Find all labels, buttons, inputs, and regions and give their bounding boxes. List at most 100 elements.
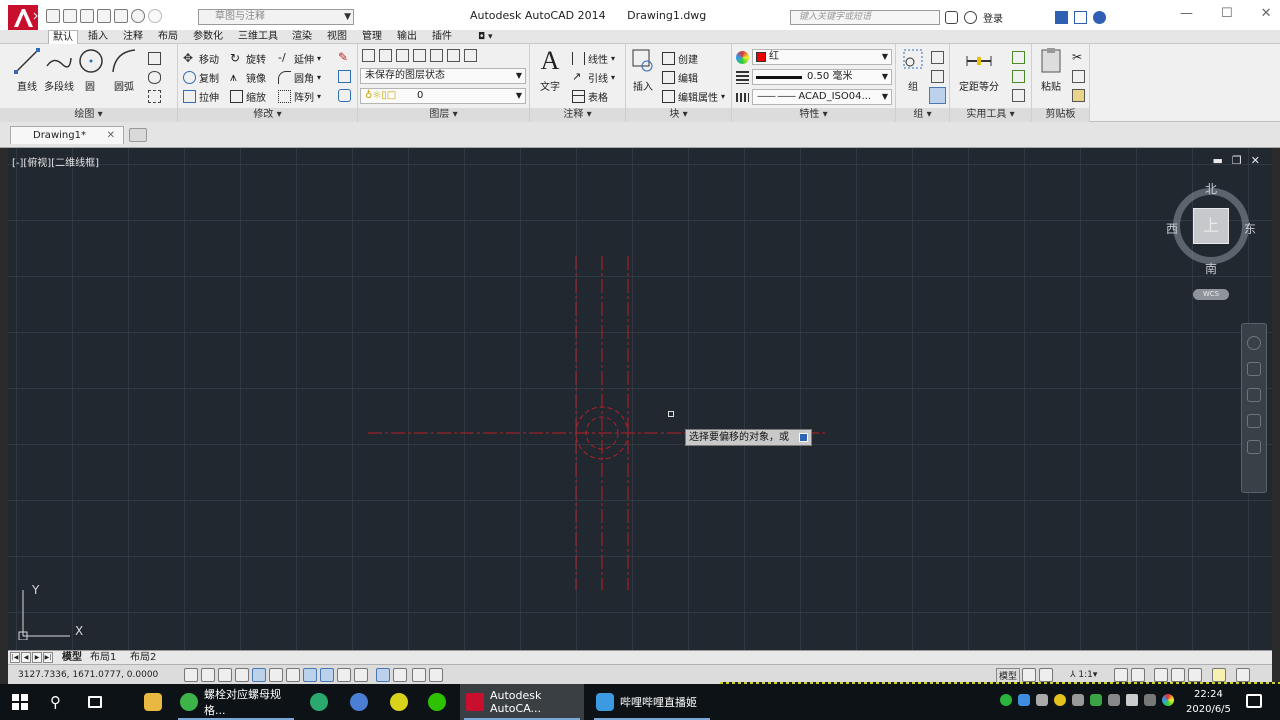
help-icon[interactable] xyxy=(1093,11,1106,24)
wifi-icon[interactable] xyxy=(1000,694,1012,706)
copy-clip-icon[interactable] xyxy=(1072,70,1085,83)
cloud-icon[interactable] xyxy=(1144,694,1156,706)
3d-object-snap-icon[interactable] xyxy=(286,668,300,682)
hatch-icon[interactable] xyxy=(148,90,161,103)
panel-title-utilities[interactable]: 实用工具 ▾ xyxy=(950,108,1031,122)
color-wheel-icon[interactable] xyxy=(736,51,749,64)
tab-manage[interactable]: 管理 xyxy=(358,30,386,44)
tab-insert[interactable]: 插入 xyxy=(84,30,112,44)
polar-tracking-icon[interactable] xyxy=(252,668,266,682)
minimize-icon[interactable]: — xyxy=(1180,6,1193,21)
user-tray-icon[interactable] xyxy=(1072,694,1084,706)
auto-scale-icon[interactable] xyxy=(1131,668,1145,682)
measure-button[interactable]: 定距等分 xyxy=(956,46,1002,93)
annotation-visibility-icon[interactable] xyxy=(1114,668,1128,682)
coordinate-readout[interactable]: 3127.7336, 1671.0777, 0.0000 xyxy=(18,670,158,680)
linetype-select[interactable]: —— —— ACAD_ISO04... ▼ xyxy=(752,89,892,105)
sun-icon[interactable] xyxy=(1054,694,1066,706)
layer-off-icon[interactable] xyxy=(396,49,409,62)
selection-cycling-icon[interactable] xyxy=(412,668,426,682)
wechat-button[interactable] xyxy=(422,684,452,720)
tab-3d-tools[interactable]: 三维工具 xyxy=(234,30,282,44)
panel-title-annotation[interactable]: 注释 ▾ xyxy=(530,108,625,122)
match-properties-icon[interactable] xyxy=(1072,89,1085,102)
isolate-objects-icon[interactable] xyxy=(1212,668,1226,682)
lineweight-select[interactable]: 0.50 毫米 ▼ xyxy=(752,69,892,85)
start-button[interactable] xyxy=(6,684,38,720)
search-button[interactable]: ⚲ xyxy=(44,684,74,720)
line-button[interactable]: 直线 xyxy=(10,46,44,93)
undo-icon[interactable] xyxy=(131,9,145,23)
layer-match-icon[interactable] xyxy=(464,49,477,62)
linear-dim-button[interactable]: 线性 ▾ xyxy=(572,51,615,66)
notification-center-icon[interactable] xyxy=(1246,694,1262,708)
layer-isolate-icon[interactable] xyxy=(413,49,426,62)
explode-icon[interactable] xyxy=(338,70,351,83)
redo-icon[interactable] xyxy=(148,9,162,23)
text-button[interactable]: A 文字 xyxy=(536,46,564,93)
tab-home[interactable]: 默认 xyxy=(48,30,78,44)
circle-button[interactable]: 圆 xyxy=(76,46,104,93)
cut-icon[interactable]: ✂ xyxy=(1072,51,1085,64)
panel-title-clipboard[interactable]: 剪贴板 xyxy=(1032,108,1089,122)
edit-block-button[interactable]: 编辑 xyxy=(662,70,698,85)
tab-plugins[interactable]: 插件 xyxy=(428,30,456,44)
workspace-select[interactable]: 草图与注释 ▼ xyxy=(198,9,354,25)
quick-calc-icon[interactable] xyxy=(1012,51,1025,64)
tab-view[interactable]: 视图 xyxy=(323,30,351,44)
layer-properties-icon[interactable] xyxy=(362,49,375,62)
lineweight-toggle-icon[interactable] xyxy=(354,668,368,682)
scale-button[interactable]: 缩放 xyxy=(230,89,266,104)
dynamic-ucs-icon[interactable] xyxy=(320,668,334,682)
panel-title-layer[interactable]: 图层 ▾ xyxy=(358,108,529,122)
rectangle-icon[interactable] xyxy=(148,52,161,65)
tab-annotate[interactable]: 注释 xyxy=(119,30,147,44)
object-snap-tracking-icon[interactable] xyxy=(303,668,317,682)
quick-view-layouts-icon[interactable] xyxy=(1022,668,1036,682)
volume-icon[interactable] xyxy=(1126,694,1138,706)
file-explorer-button[interactable] xyxy=(138,684,168,720)
mirror-button[interactable]: ⩚ 镜像 xyxy=(230,70,266,85)
taskbar-item-bilibili[interactable]: 哔哩哔哩直播姬 xyxy=(590,684,714,720)
tab-render[interactable]: 渲染 xyxy=(288,30,316,44)
first-layout-icon[interactable]: |◀ xyxy=(10,652,20,663)
media-player-button[interactable] xyxy=(304,684,334,720)
create-block-button[interactable]: 创建 xyxy=(662,51,698,66)
pan-icon[interactable] xyxy=(1247,362,1261,376)
ribbon-toggle-icon[interactable]: ◘ ▾ xyxy=(474,30,497,44)
autodesk-icon[interactable] xyxy=(1074,11,1087,24)
ime-icon[interactable] xyxy=(1108,694,1120,706)
new-file-icon[interactable] xyxy=(46,9,60,23)
grid-display-icon[interactable] xyxy=(218,668,232,682)
panel-title-group[interactable]: 组 ▾ xyxy=(896,108,949,122)
task-view-button[interactable] xyxy=(82,684,112,720)
select-similar-icon[interactable] xyxy=(1012,70,1025,83)
ungroup-icon[interactable] xyxy=(931,51,944,64)
tab-model[interactable]: 模型 xyxy=(62,651,82,664)
stretch-button[interactable]: 拉伸 xyxy=(183,89,219,104)
erase-icon[interactable]: ✎ xyxy=(338,51,351,64)
app-button-3[interactable] xyxy=(384,684,414,720)
transparency-icon[interactable] xyxy=(376,668,390,682)
ortho-mode-icon[interactable] xyxy=(235,668,249,682)
copy-button[interactable]: 复制 xyxy=(183,70,219,85)
document-tab-drawing1[interactable]: Drawing1* ✕ xyxy=(10,126,124,144)
new-tab-button[interactable] xyxy=(129,128,147,142)
tab-layout[interactable]: 布局 xyxy=(154,30,182,44)
viewcube[interactable]: 上 北 南 东 西 WCS xyxy=(1166,176,1256,306)
save-icon[interactable] xyxy=(80,9,94,23)
viewcube-top-face[interactable]: 上 xyxy=(1193,208,1229,244)
extend-button[interactable]: -/延伸 ▾ xyxy=(278,51,321,67)
fillet-button[interactable]: 圆角 ▾ xyxy=(278,70,321,85)
microphone-icon[interactable] xyxy=(1036,694,1048,706)
object-snap-icon[interactable] xyxy=(269,668,283,682)
last-layout-icon[interactable]: ▶| xyxy=(43,652,53,663)
dynamic-input-icon[interactable] xyxy=(337,668,351,682)
showmotion-icon[interactable] xyxy=(1247,440,1261,454)
paste-button[interactable]: 粘贴 xyxy=(1036,46,1066,93)
lineweight-icon[interactable] xyxy=(736,71,749,84)
layer-state-icon[interactable] xyxy=(379,49,392,62)
compass-east[interactable]: 东 xyxy=(1244,220,1256,237)
layer-state-select[interactable]: 未保存的图层状态 ▼ xyxy=(360,68,526,84)
layer-freeze-icon[interactable] xyxy=(430,49,443,62)
